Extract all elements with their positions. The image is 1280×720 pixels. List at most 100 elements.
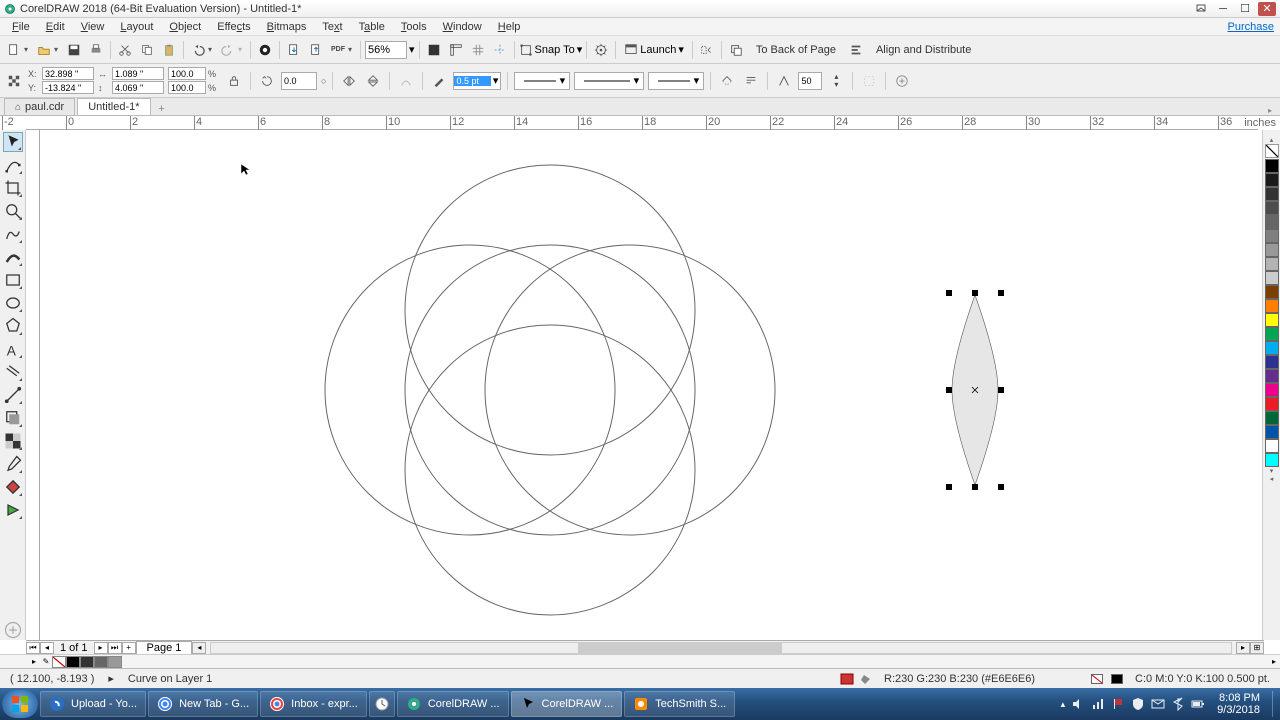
palette-swatch-15[interactable]: [1265, 369, 1279, 383]
y-input[interactable]: [42, 81, 94, 94]
doc-tab-0[interactable]: ⌂paul.cdr: [4, 98, 75, 115]
palette-swatch-3[interactable]: [1265, 201, 1279, 215]
close-button[interactable]: ✕: [1258, 2, 1276, 16]
polygon-tool[interactable]: [3, 316, 23, 336]
options-button[interactable]: [591, 40, 611, 60]
x-input[interactable]: [42, 67, 94, 80]
taskbar-item-2[interactable]: Inbox - expr...: [260, 691, 367, 717]
minimize-button[interactable]: ─: [1214, 2, 1232, 16]
lock-ratio-button[interactable]: [224, 71, 244, 91]
palette-swatch-19[interactable]: [1265, 425, 1279, 439]
palette-swatch-20[interactable]: [1265, 439, 1279, 453]
page-tab-1[interactable]: Page 1: [136, 641, 193, 655]
save-button[interactable]: [64, 40, 84, 60]
connector-tool[interactable]: [3, 385, 23, 405]
scale-x-input[interactable]: [168, 67, 206, 80]
height-input[interactable]: [112, 81, 164, 94]
menu-bitmaps[interactable]: Bitmaps: [259, 21, 315, 33]
snap-to-dropdown[interactable]: Snap To ▾: [519, 43, 583, 57]
palette-down[interactable]: ▾: [1270, 467, 1274, 475]
to-back-button[interactable]: To Back of Page: [748, 44, 844, 56]
hscroll-left[interactable]: ◂: [192, 642, 206, 654]
bounding-box-button[interactable]: [859, 71, 879, 91]
bottom-swatch-2[interactable]: [94, 656, 108, 668]
menu-window[interactable]: Window: [435, 21, 490, 33]
palette-swatch-7[interactable]: [1265, 257, 1279, 271]
menu-purchase[interactable]: Purchase: [1228, 21, 1274, 33]
launch-dropdown[interactable]: Launch ▾: [620, 43, 688, 57]
taskbar-item-6[interactable]: TechSmith S...: [624, 691, 735, 717]
ruler-vertical[interactable]: [26, 130, 40, 640]
show-guides-button[interactable]: [490, 40, 510, 60]
menu-file[interactable]: File: [4, 21, 38, 33]
menu-view[interactable]: View: [73, 21, 113, 33]
palette-expand[interactable]: ◂: [1270, 475, 1274, 483]
palette-swatch-8[interactable]: [1265, 271, 1279, 285]
show-rulers-button[interactable]: [446, 40, 466, 60]
zoom-tool[interactable]: [3, 201, 23, 221]
palette-swatch-18[interactable]: [1265, 411, 1279, 425]
align-icon[interactable]: [846, 40, 866, 60]
palette-swatch-12[interactable]: [1265, 327, 1279, 341]
redo-button[interactable]: ▾: [218, 40, 246, 60]
taskbar-item-4[interactable]: CorelDRAW ...: [397, 691, 509, 717]
color-row-right[interactable]: ▸: [1268, 657, 1280, 666]
help-button[interactable]: [1192, 2, 1210, 16]
undo-button[interactable]: ▾: [188, 40, 216, 60]
add-button[interactable]: [892, 71, 912, 91]
cut-button[interactable]: [115, 40, 135, 60]
add-page-button[interactable]: +: [122, 642, 136, 654]
zoom-input[interactable]: [365, 41, 407, 59]
mirror-h-button[interactable]: [339, 71, 359, 91]
prev-page-button[interactable]: ◂: [40, 642, 54, 654]
fill-tool[interactable]: [3, 477, 23, 497]
fullscreen-button[interactable]: [424, 40, 444, 60]
palette-swatch-5[interactable]: [1265, 229, 1279, 243]
scale-y-input[interactable]: [168, 81, 206, 94]
drop-shadow-tool[interactable]: [3, 408, 23, 428]
object-origin-icon[interactable]: [4, 71, 24, 91]
bottom-swatch-0[interactable]: [66, 656, 80, 668]
palette-swatch-14[interactable]: [1265, 355, 1279, 369]
taskbar-item-5[interactable]: CorelDRAW ...: [511, 691, 623, 717]
align-button[interactable]: Align and Distribute: [868, 44, 979, 56]
next-page-button[interactable]: ▸: [94, 642, 108, 654]
width-input[interactable]: [112, 67, 164, 80]
quick-customize[interactable]: [3, 620, 23, 640]
menu-edit[interactable]: Edit: [38, 21, 73, 33]
doc-tab-1[interactable]: Untitled-1*: [77, 98, 150, 115]
first-page-button[interactable]: ⏮: [26, 642, 40, 654]
palette-swatch-10[interactable]: [1265, 299, 1279, 313]
tray-battery-icon[interactable]: [1191, 697, 1205, 711]
parallel-tool[interactable]: [3, 362, 23, 382]
search-button[interactable]: [255, 40, 275, 60]
tray-network-icon[interactable]: [1091, 697, 1105, 711]
palette-up[interactable]: ▴: [1270, 136, 1274, 144]
show-grid-button[interactable]: [468, 40, 488, 60]
line-style-dropdown[interactable]: ▾: [574, 72, 644, 90]
menu-effects[interactable]: Effects: [209, 21, 258, 33]
export-button[interactable]: [306, 40, 326, 60]
outline-swatch[interactable]: [1111, 674, 1123, 684]
status-flyout[interactable]: ▸: [104, 672, 118, 685]
palette-swatch-21[interactable]: [1265, 453, 1279, 467]
tray-shield-icon[interactable]: [1131, 697, 1145, 711]
import-button[interactable]: [284, 40, 304, 60]
palette-swatch-6[interactable]: [1265, 243, 1279, 257]
rotation-input[interactable]: [281, 72, 317, 90]
taskbar-item-1[interactable]: New Tab - G...: [148, 691, 258, 717]
bottom-swatch-1[interactable]: [80, 656, 94, 668]
end-arrow-dropdown[interactable]: ▾: [648, 72, 704, 90]
freehand-tool[interactable]: [3, 224, 23, 244]
color-picker-icon[interactable]: ✎: [40, 657, 52, 666]
color-row-left[interactable]: ▸: [28, 657, 40, 666]
ellipse-tool[interactable]: [3, 293, 23, 313]
tray-volume-icon[interactable]: [1071, 697, 1085, 711]
hscrollbar[interactable]: [210, 642, 1232, 654]
maximize-button[interactable]: ☐: [1236, 2, 1254, 16]
new-doc-button[interactable]: ▾: [4, 40, 32, 60]
eyedropper-tool[interactable]: [3, 454, 23, 474]
paste-button[interactable]: [159, 40, 179, 60]
no-color-swatch[interactable]: [1265, 144, 1279, 158]
fill-swatch[interactable]: [1091, 674, 1103, 684]
